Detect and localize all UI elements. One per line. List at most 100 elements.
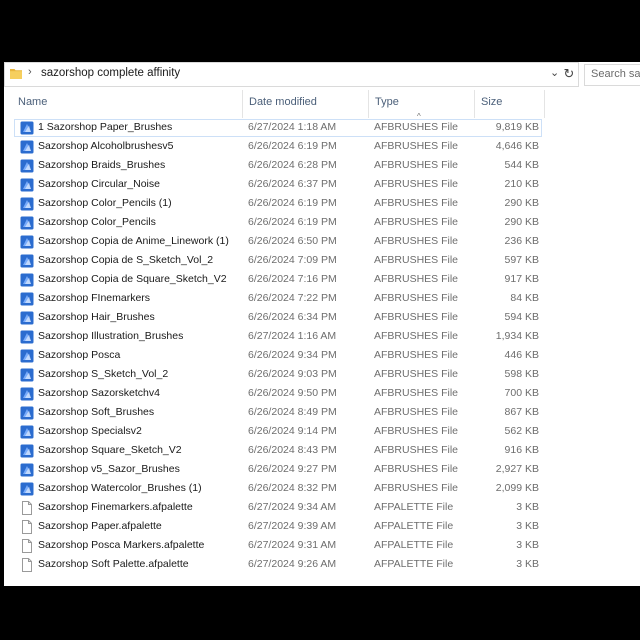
- file-type: AFPALETTE File: [374, 520, 454, 532]
- file-type: AFBRUSHES File: [374, 444, 459, 456]
- search-input[interactable]: [591, 68, 640, 80]
- file-date-modified: 6/26/2024 9:03 PM: [248, 368, 337, 380]
- file-name: Sazorshop Finemarkers.afpalette: [38, 501, 193, 513]
- file-row[interactable]: 1 Sazorshop Paper_Brushes 6/27/2024 1:18 …: [4, 119, 640, 138]
- file-size: 4,646 KB: [495, 140, 539, 152]
- file-name: Sazorshop Posca Markers.afpalette: [38, 539, 205, 551]
- affinity-brush-icon: [20, 444, 34, 458]
- file-name: Sazorshop Square_Sketch_V2: [38, 444, 182, 456]
- column-header-size[interactable]: Size: [475, 90, 545, 118]
- file-name: Sazorshop Posca: [38, 349, 121, 361]
- file-row[interactable]: Sazorshop Finemarkers.afpalette 6/27/2024…: [4, 499, 640, 518]
- search-box[interactable]: [584, 64, 640, 86]
- file-size: 3 KB: [516, 558, 539, 570]
- file-row[interactable]: Sazorshop Specialsv2 6/26/2024 9:14 PM AFB…: [4, 423, 640, 442]
- file-name: Sazorshop Soft_Brushes: [38, 406, 155, 418]
- file-size: 597 KB: [504, 254, 539, 266]
- file-type: AFBRUSHES File: [374, 140, 459, 152]
- file-date-modified: 6/27/2024 9:31 AM: [248, 539, 337, 551]
- file-date-modified: 6/26/2024 6:19 PM: [248, 197, 337, 209]
- document-icon: [22, 539, 32, 553]
- file-row[interactable]: Sazorshop Sazorsketchv4 6/26/2024 9:50 PM…: [4, 385, 640, 404]
- document-icon: [22, 501, 32, 515]
- file-row[interactable]: Sazorshop v5_Sazor_Brushes 6/26/2024 9:27…: [4, 461, 640, 480]
- affinity-brush-icon: [20, 482, 34, 496]
- file-type: AFPALETTE File: [374, 501, 454, 513]
- file-type: AFBRUSHES File: [374, 406, 459, 418]
- chevron-down-icon[interactable]: ⌄: [550, 66, 559, 79]
- file-size: 562 KB: [504, 425, 539, 437]
- file-row[interactable]: Sazorshop Alcoholbrushesv5 6/26/2024 6:19…: [4, 138, 640, 157]
- affinity-brush-icon: [20, 121, 34, 135]
- file-row[interactable]: Sazorshop Paper.afpalette 6/27/2024 9:39 …: [4, 518, 640, 537]
- affinity-brush-icon: [20, 311, 34, 325]
- file-row[interactable]: Sazorshop Soft_Brushes 6/26/2024 8:49 PM A…: [4, 404, 640, 423]
- affinity-brush-icon: [20, 387, 34, 401]
- column-headers: Name Date modified Type Size ^: [4, 90, 640, 121]
- file-date-modified: 6/27/2024 1:16 AM: [248, 330, 337, 342]
- column-header-name[interactable]: Name: [12, 90, 243, 118]
- file-row[interactable]: Sazorshop Watercolor_Brushes (1) 6/26/202…: [4, 480, 640, 499]
- file-name: Sazorshop Illustration_Brushes: [38, 330, 184, 342]
- affinity-brush-icon: [20, 368, 34, 382]
- file-date-modified: 6/27/2024 9:34 AM: [248, 501, 337, 513]
- file-row[interactable]: Sazorshop Illustration_Brushes 6/27/2024 …: [4, 328, 640, 347]
- file-date-modified: 6/26/2024 9:50 PM: [248, 387, 337, 399]
- file-row[interactable]: Sazorshop Square_Sketch_V2 6/26/2024 8:43…: [4, 442, 640, 461]
- file-type: AFBRUSHES File: [374, 330, 459, 342]
- file-date-modified: 6/27/2024 9:26 AM: [248, 558, 337, 570]
- file-row[interactable]: Sazorshop Posca 6/26/2024 9:34 PM AFBRUSHE…: [4, 347, 640, 366]
- file-size: 594 KB: [504, 311, 539, 323]
- file-row[interactable]: Sazorshop Color_Pencils (1) 6/26/2024 6:1…: [4, 195, 640, 214]
- file-size: 1,934 KB: [495, 330, 539, 342]
- file-row[interactable]: Sazorshop Braids_Brushes 6/26/2024 6:28 P…: [4, 157, 640, 176]
- file-explorer-window: › sazorshop complete affinity ⌄ ↻ Name D…: [4, 62, 640, 586]
- column-header-type[interactable]: Type: [369, 90, 475, 118]
- file-row[interactable]: Sazorshop Hair_Brushes 6/26/2024 6:34 PM A…: [4, 309, 640, 328]
- file-date-modified: 6/26/2024 7:22 PM: [248, 292, 337, 304]
- file-row[interactable]: Sazorshop Soft Palette.afpalette 6/27/202…: [4, 556, 640, 575]
- refresh-icon[interactable]: ↻: [561, 65, 577, 83]
- file-date-modified: 6/26/2024 8:43 PM: [248, 444, 337, 456]
- file-row[interactable]: Sazorshop Posca Markers.afpalette 6/27/20…: [4, 537, 640, 556]
- file-name: Sazorshop Color_Pencils: [38, 216, 156, 228]
- file-row[interactable]: Sazorshop Circular_Noise 6/26/2024 6:37 P…: [4, 176, 640, 195]
- file-name: Sazorshop Watercolor_Brushes (1): [38, 482, 202, 494]
- file-date-modified: 6/26/2024 6:37 PM: [248, 178, 337, 190]
- file-name: Sazorshop Alcoholbrushesv5: [38, 140, 174, 152]
- file-type: AFBRUSHES File: [374, 235, 459, 247]
- file-type: AFBRUSHES File: [374, 311, 459, 323]
- file-name: 1 Sazorshop Paper_Brushes: [38, 121, 173, 133]
- file-row[interactable]: Sazorshop S_Sketch_Vol_2 6/26/2024 9:03 P…: [4, 366, 640, 385]
- file-date-modified: 6/26/2024 9:27 PM: [248, 463, 337, 475]
- file-type: AFBRUSHES File: [374, 254, 459, 266]
- file-row[interactable]: Sazorshop Color_Pencils 6/26/2024 6:19 PM…: [4, 214, 640, 233]
- file-size: 290 KB: [504, 197, 539, 209]
- file-name: Sazorshop Sazorsketchv4: [38, 387, 160, 399]
- file-size: 917 KB: [504, 273, 539, 285]
- address-path-text[interactable]: sazorshop complete affinity: [41, 67, 180, 79]
- chevron-right-icon[interactable]: ›: [28, 66, 32, 78]
- affinity-brush-icon: [20, 292, 34, 306]
- affinity-brush-icon: [20, 197, 34, 211]
- file-row[interactable]: Sazorshop Copia de S_Sketch_Vol_2 6/26/20…: [4, 252, 640, 271]
- file-size: 2,927 KB: [495, 463, 539, 475]
- file-row[interactable]: Sazorshop Copia de Anime_Linework (1) 6/2…: [4, 233, 640, 252]
- file-name: Sazorshop Copia de Anime_Linework (1): [38, 235, 229, 247]
- file-date-modified: 6/26/2024 6:50 PM: [248, 235, 337, 247]
- affinity-brush-icon: [20, 159, 34, 173]
- file-row[interactable]: Sazorshop Copia de Square_Sketch_V2 6/26/…: [4, 271, 640, 290]
- file-row[interactable]: Sazorshop FInemarkers 6/26/2024 7:22 PM AF…: [4, 290, 640, 309]
- file-list: 1 Sazorshop Paper_Brushes 6/27/2024 1:18 …: [4, 119, 640, 575]
- file-size: 290 KB: [504, 216, 539, 228]
- file-date-modified: 6/26/2024 6:19 PM: [248, 216, 337, 228]
- file-name: Sazorshop Braids_Brushes: [38, 159, 166, 171]
- file-type: AFBRUSHES File: [374, 463, 459, 475]
- file-name: Sazorshop Soft Palette.afpalette: [38, 558, 189, 570]
- column-header-date-modified[interactable]: Date modified: [243, 90, 369, 118]
- file-date-modified: 6/26/2024 9:34 PM: [248, 349, 337, 361]
- file-size: 210 KB: [504, 178, 539, 190]
- file-size: 598 KB: [504, 368, 539, 380]
- file-name: Sazorshop Circular_Noise: [38, 178, 160, 190]
- file-type: AFBRUSHES File: [374, 159, 459, 171]
